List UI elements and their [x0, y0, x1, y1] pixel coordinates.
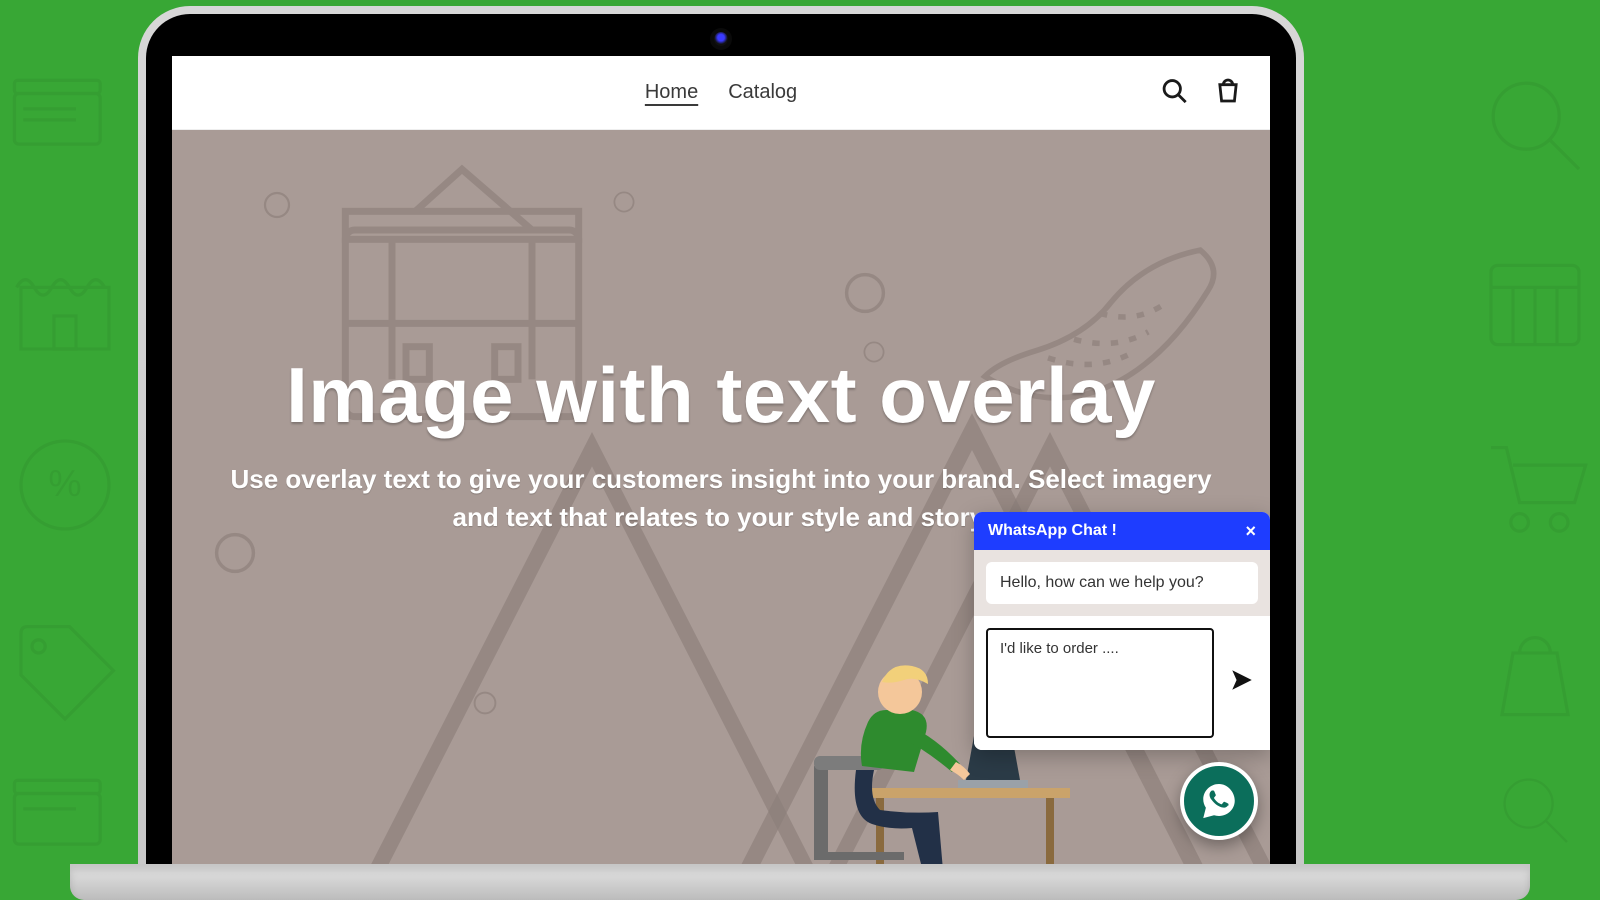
chat-input-row: [974, 616, 1270, 750]
cart-icon[interactable]: [1214, 76, 1242, 109]
nav-home[interactable]: Home: [645, 81, 698, 104]
nav-catalog[interactable]: Catalog: [728, 81, 797, 104]
send-icon: [1229, 667, 1255, 693]
main-nav: Home Catalog: [645, 81, 797, 104]
laptop-base: [70, 864, 1530, 900]
chat-message-input[interactable]: [986, 628, 1214, 738]
chat-body: Hello, how can we help you?: [974, 550, 1270, 616]
browser-screen: Home Catalog: [172, 56, 1270, 898]
whatsapp-chat-widget: WhatsApp Chat ! × Hello, how can we help…: [974, 512, 1270, 750]
site-header: Home Catalog: [172, 56, 1270, 130]
hero-title: Image with text overlay: [227, 350, 1215, 441]
chat-greeting-message: Hello, how can we help you?: [986, 562, 1258, 604]
laptop-frame: Home Catalog: [138, 6, 1304, 900]
search-icon[interactable]: [1160, 76, 1188, 109]
laptop-camera: [714, 32, 728, 46]
hero-text: Image with text overlay Use overlay text…: [227, 350, 1215, 536]
whatsapp-icon: [1198, 780, 1240, 822]
chat-header: WhatsApp Chat ! ×: [974, 512, 1270, 550]
chat-close-button[interactable]: ×: [1245, 522, 1256, 540]
chat-title: WhatsApp Chat !: [988, 522, 1117, 540]
hero-section: Image with text overlay Use overlay text…: [172, 130, 1270, 898]
whatsapp-fab[interactable]: [1180, 762, 1258, 840]
chat-send-button[interactable]: [1226, 664, 1258, 696]
svg-text:%: %: [48, 462, 81, 504]
